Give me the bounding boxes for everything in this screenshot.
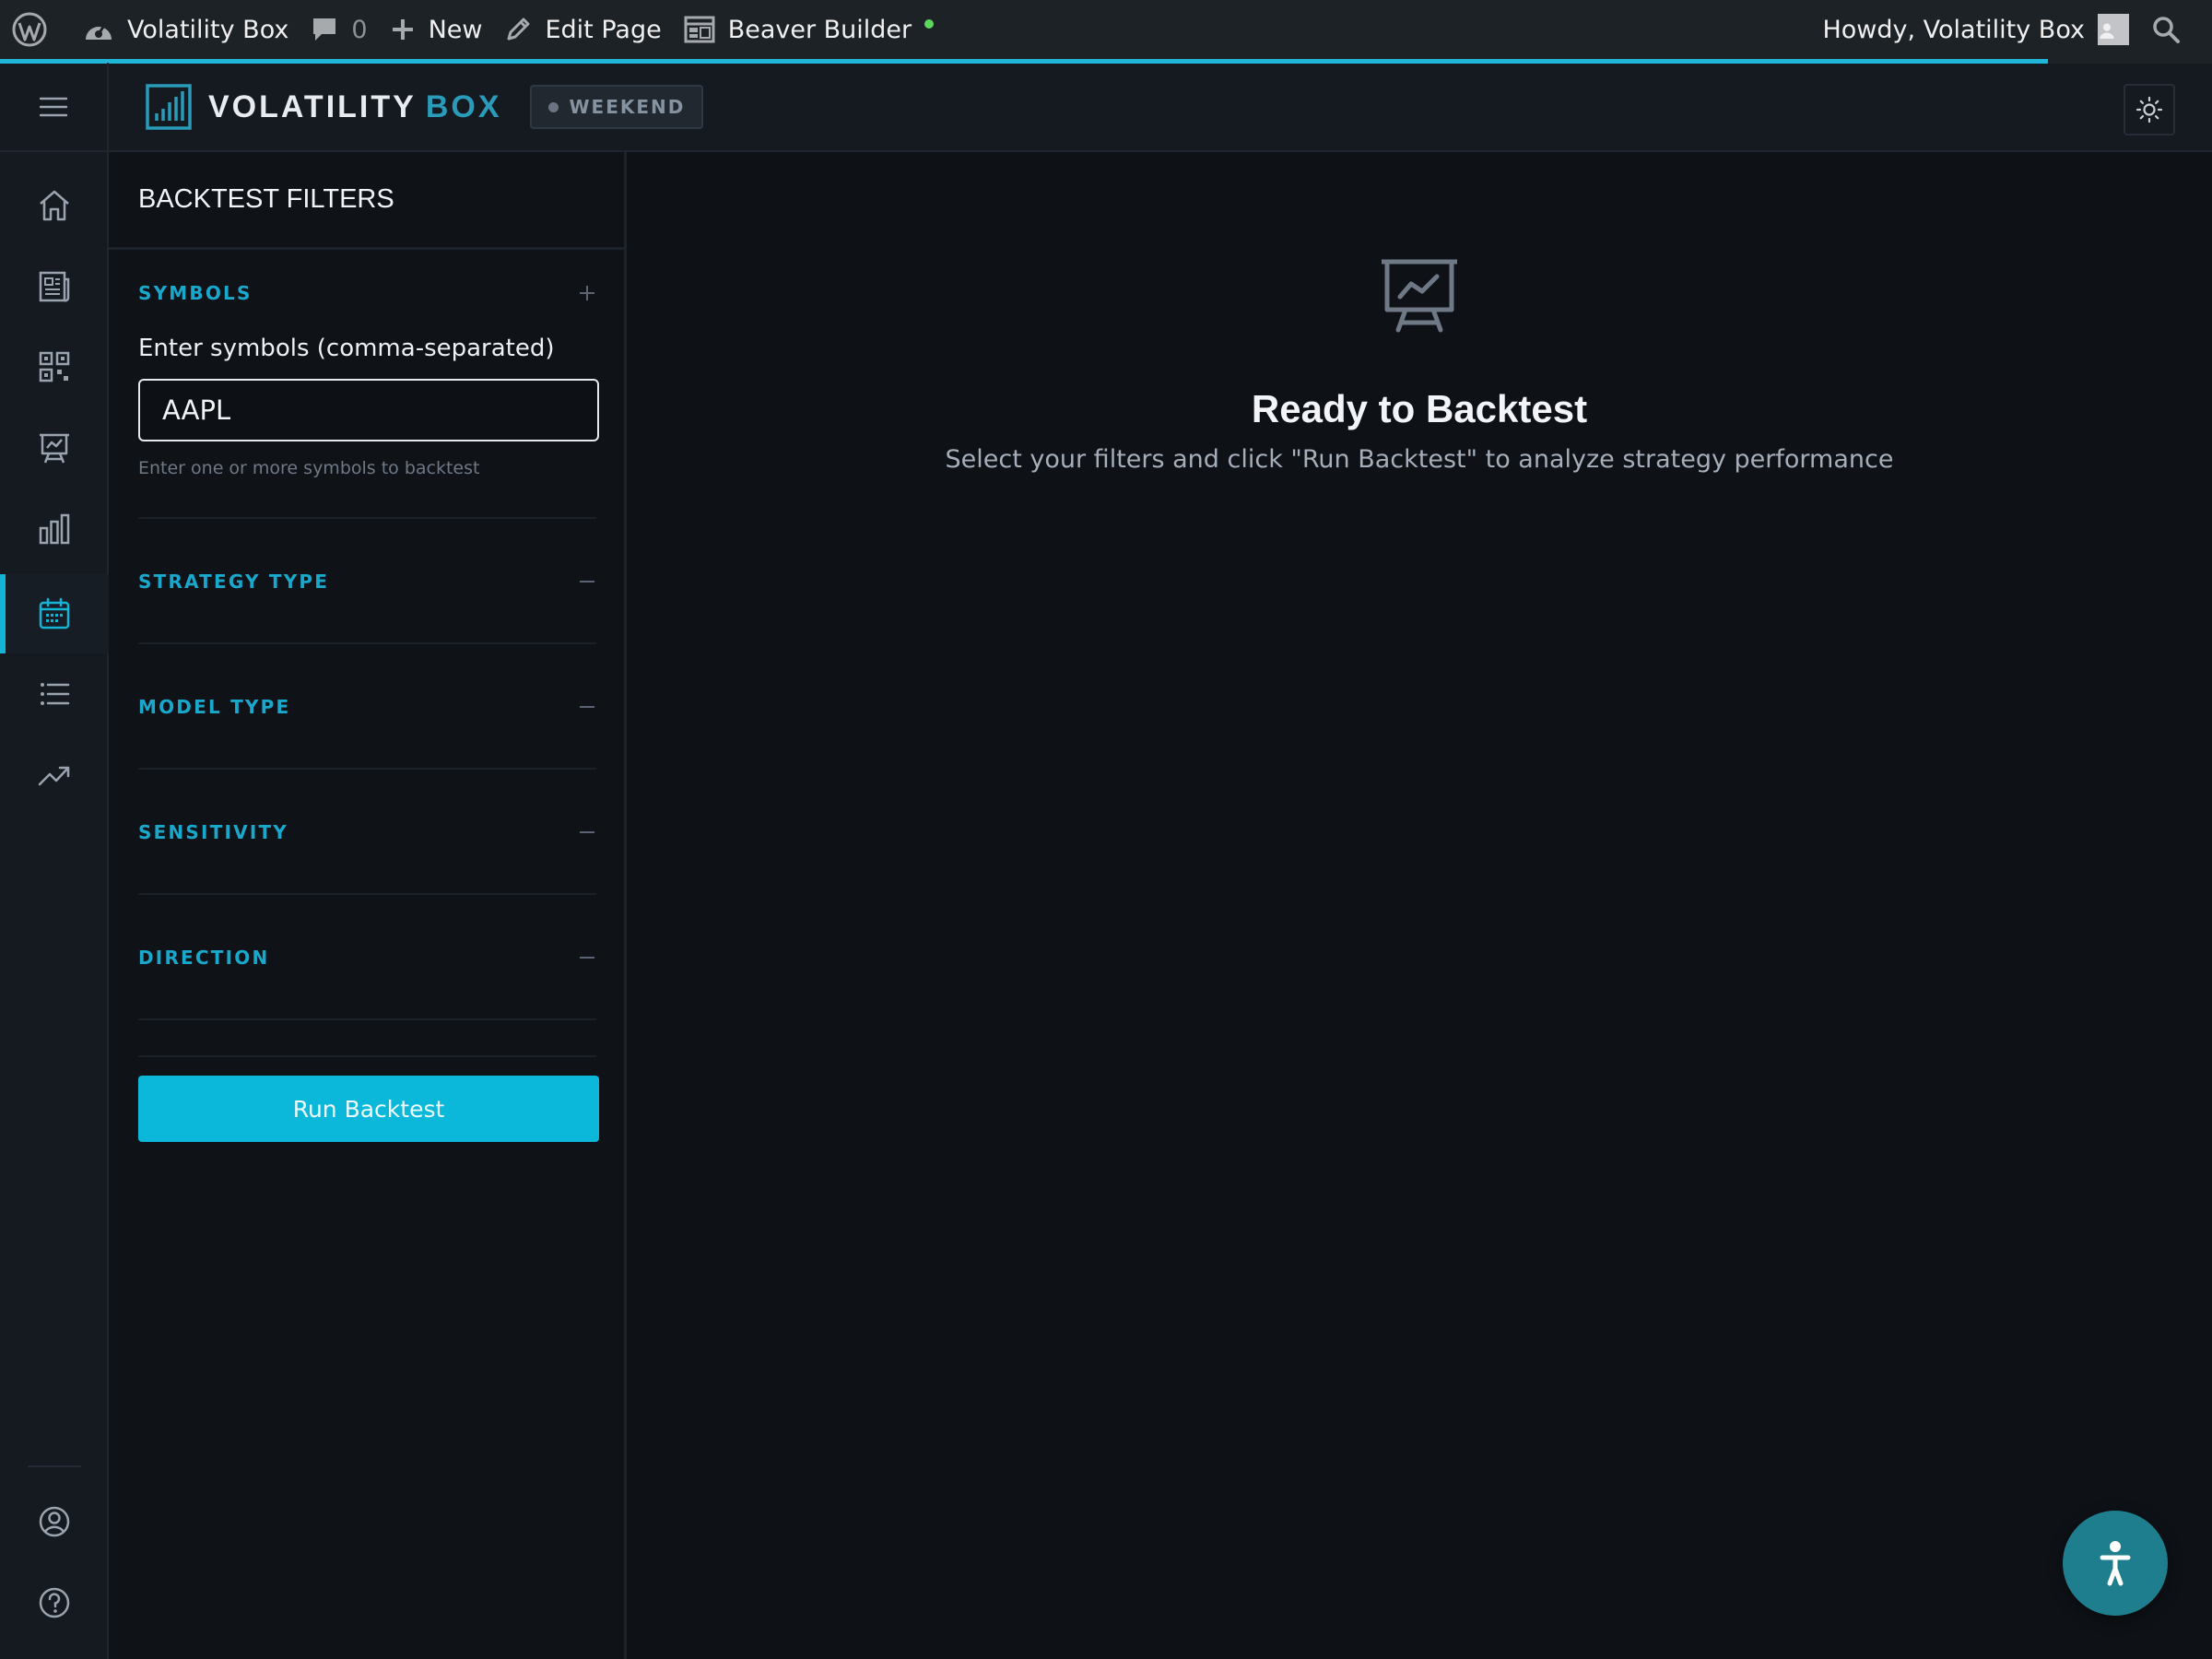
trending-up-icon	[37, 758, 72, 793]
brand-name: VOLATILITY BOX	[208, 89, 502, 125]
help-circle-icon	[37, 1585, 72, 1620]
collapse-minus-icon[interactable]	[578, 698, 596, 716]
list-icon	[37, 677, 72, 712]
filter-section-sensitivity: SENSITIVITY	[138, 770, 596, 895]
beaver-builder-label: Beaver Builder	[727, 15, 912, 44]
my-account-link[interactable]: Howdy, Volatility Box	[1811, 0, 2140, 59]
rail-divider	[28, 1465, 81, 1467]
collapse-minus-icon[interactable]	[578, 572, 596, 591]
builder-status-dot	[924, 19, 935, 29]
empty-state-title: Ready to Backtest	[1251, 387, 1588, 430]
nav-news[interactable]	[0, 247, 109, 326]
bar-chart-icon	[37, 512, 72, 547]
filters-title: BACKTEST FILTERS	[109, 152, 624, 250]
nav-list[interactable]	[0, 654, 109, 734]
theme-toggle-button[interactable]	[2124, 84, 2175, 135]
calendar-icon	[37, 596, 72, 631]
filter-section-header[interactable]: SENSITIVITY	[138, 770, 596, 895]
accessibility-button[interactable]	[2063, 1511, 2168, 1616]
run-backtest-button[interactable]: Run Backtest	[138, 1076, 599, 1142]
filter-section-direction: DIRECTION	[138, 895, 596, 1020]
greeting-label: Howdy, Volatility Box	[1822, 15, 2085, 44]
nav-backtest[interactable]	[0, 574, 109, 653]
empty-state-description: Select your filters and click "Run Backt…	[945, 445, 1894, 474]
wordpress-logo-button[interactable]	[0, 0, 72, 59]
account-icon	[37, 1504, 72, 1539]
sun-icon	[2136, 96, 2163, 124]
filter-section-header[interactable]: MODEL TYPE	[138, 644, 596, 770]
beaver-builder-link[interactable]: Beaver Builder	[673, 0, 945, 59]
filter-section-header[interactable]: DIRECTION	[138, 895, 596, 1020]
backtest-filters-panel: BACKTEST FILTERS SYMBOLS Enter symbols (…	[109, 152, 627, 1659]
expand-plus-icon[interactable]	[578, 284, 596, 302]
nav-account[interactable]	[0, 1482, 109, 1561]
collapse-minus-icon[interactable]	[578, 948, 596, 967]
site-name-label: Volatility Box	[127, 15, 289, 44]
filter-section-header[interactable]: SYMBOLS	[138, 250, 596, 327]
filter-section-header[interactable]: STRATEGY TYPE	[138, 519, 596, 644]
presentation-chart-icon	[37, 430, 72, 465]
market-status-dot	[547, 101, 559, 112]
admin-search-button[interactable]	[2140, 0, 2212, 59]
nav-home[interactable]	[0, 166, 109, 245]
new-content-link[interactable]: New	[379, 0, 494, 59]
symbols-input[interactable]	[138, 379, 599, 441]
collapse-minus-icon[interactable]	[578, 823, 596, 841]
brand-logo[interactable]: VOLATILITY BOX	[146, 84, 502, 130]
app-header: VOLATILITY BOX WEEKEND	[0, 63, 2212, 152]
symbols-label: Enter symbols (comma-separated)	[138, 335, 555, 362]
newspaper-icon	[37, 269, 72, 304]
plus-icon	[390, 17, 429, 42]
filter-section-title: SYMBOLS	[138, 282, 253, 304]
filter-section-title: MODEL TYPE	[138, 696, 291, 718]
page-builder-icon	[684, 16, 728, 43]
new-label: New	[428, 15, 483, 44]
avatar	[2098, 14, 2129, 45]
run-backtest-footer: Run Backtest	[138, 1055, 599, 1142]
nav-help[interactable]	[0, 1563, 109, 1642]
nav-presentation[interactable]	[0, 408, 109, 488]
symbols-hint: Enter one or more symbols to backtest	[138, 458, 480, 478]
wp-admin-bar: Volatility Box 0 New Edit Page Beaver Bu…	[0, 0, 2212, 59]
menu-toggle-button[interactable]	[0, 63, 109, 151]
edit-page-label: Edit Page	[545, 15, 662, 44]
icon-sidebar	[0, 152, 109, 1659]
comments-count: 0	[351, 15, 368, 44]
comment-bubble-icon	[311, 16, 351, 43]
brand-name-main: VOLATILITY	[208, 88, 417, 124]
nav-scanner[interactable]	[0, 327, 109, 406]
nav-analytics[interactable]	[0, 489, 109, 569]
logo-chart-icon	[146, 84, 192, 130]
filter-section-title: SENSITIVITY	[138, 821, 288, 843]
nav-trending[interactable]	[0, 735, 109, 815]
filter-section-model-type: MODEL TYPE	[138, 644, 596, 770]
filter-section-title: STRATEGY TYPE	[138, 571, 330, 593]
accessibility-person-icon	[2097, 1539, 2134, 1587]
scanner-grid-icon	[37, 349, 72, 384]
filter-section-strategy-type: STRATEGY TYPE	[138, 519, 596, 644]
filter-section-symbols: SYMBOLS Enter symbols (comma-separated) …	[138, 250, 599, 519]
edit-page-link[interactable]: Edit Page	[493, 0, 672, 59]
search-icon	[2151, 15, 2194, 44]
dashboard-gauge-icon	[83, 16, 127, 43]
site-name-link[interactable]: Volatility Box	[72, 0, 300, 59]
pencil-icon	[504, 16, 545, 43]
presentation-chart-icon	[1378, 258, 1461, 334]
home-icon	[37, 188, 72, 223]
market-status-badge: WEEKEND	[529, 85, 704, 129]
hamburger-icon	[40, 97, 67, 117]
brand-name-accent: BOX	[425, 88, 502, 124]
backtest-results-area: Ready to Backtest Select your filters an…	[627, 152, 2212, 1659]
filter-section-title: DIRECTION	[138, 947, 270, 969]
comments-link[interactable]: 0	[300, 0, 378, 59]
wordpress-logo-icon	[11, 11, 61, 48]
market-status-label: WEEKEND	[569, 96, 686, 118]
